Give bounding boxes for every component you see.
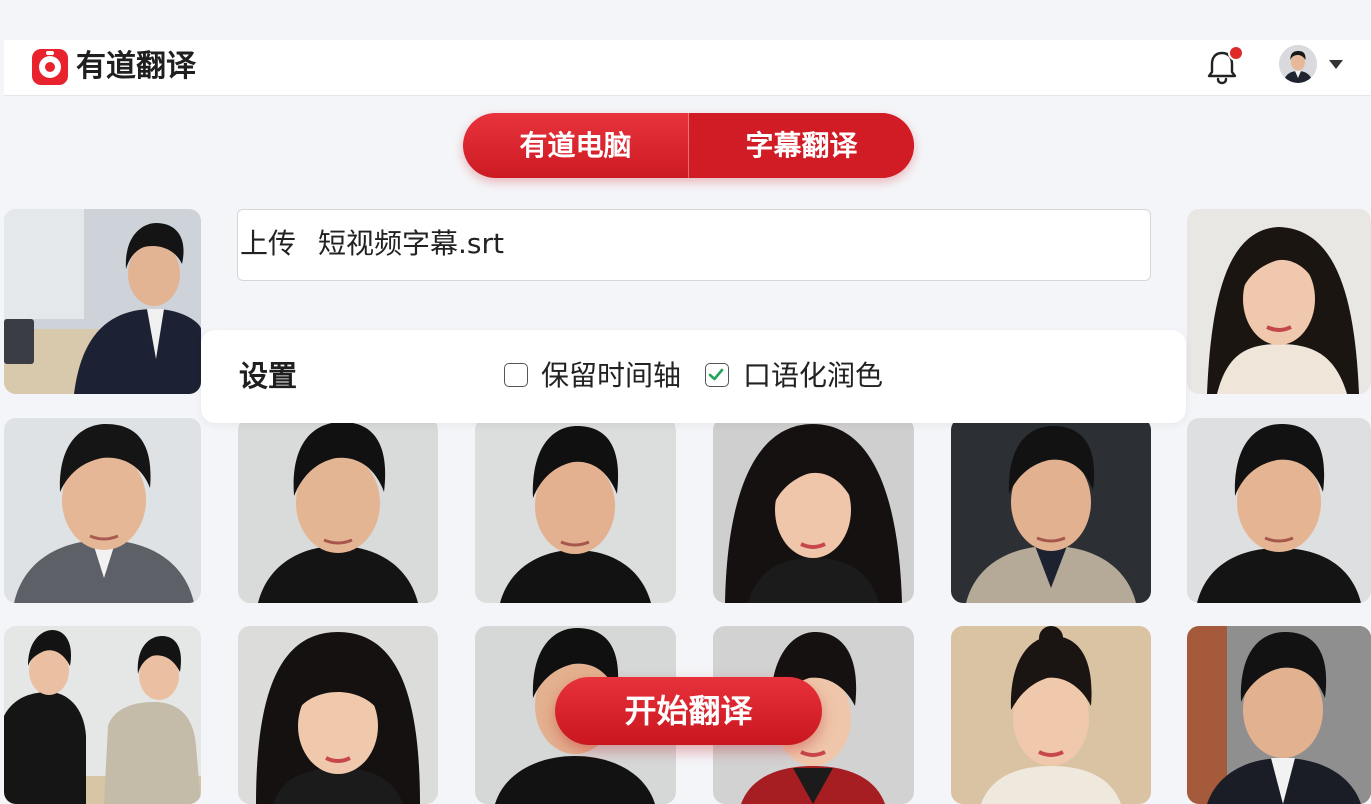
tab-subtitle-translate[interactable]: 字幕翻译: [689, 113, 914, 178]
portrait-photo: [951, 418, 1151, 603]
app-header: 有道翻译: [4, 40, 1371, 96]
portrait-photo: [4, 626, 201, 804]
top-strip: [0, 0, 1371, 40]
portrait-photo: [1187, 418, 1371, 603]
settings-panel: 设置 保留时间轴 口语化润色: [201, 330, 1186, 423]
portrait-photo: [475, 418, 676, 603]
keep-timeline-checkbox[interactable]: [504, 363, 528, 387]
colloquial-polish-checkbox[interactable]: [705, 363, 729, 387]
tab-youdao-pc[interactable]: 有道电脑: [463, 113, 688, 178]
mode-toggle: 有道电脑 字幕翻译: [463, 113, 914, 178]
user-avatar[interactable]: [1279, 45, 1317, 83]
portrait-photo: [713, 418, 914, 603]
portrait-photo: [238, 418, 438, 603]
portrait-photo: [4, 209, 201, 394]
chevron-down-icon[interactable]: [1329, 60, 1343, 69]
portrait-photo: [4, 418, 201, 603]
settings-label: 设置: [239, 359, 298, 393]
upload-label[interactable]: 上传: [240, 224, 296, 264]
portrait-photo: [951, 626, 1151, 804]
check-icon: [708, 368, 724, 381]
notification-dot-icon: [1228, 45, 1244, 61]
portrait-photo: [1187, 626, 1371, 804]
youdao-logo-icon[interactable]: [32, 49, 68, 85]
portrait-photo: [1187, 209, 1371, 394]
upload-field[interactable]: 上传 短视频字幕.srt: [237, 209, 1151, 281]
keep-timeline-label[interactable]: 保留时间轴: [541, 356, 681, 396]
colloquial-polish-label[interactable]: 口语化润色: [743, 356, 883, 396]
upload-filename: 短视频字幕.srt: [318, 227, 504, 260]
brand-name[interactable]: 有道翻译: [76, 48, 196, 86]
portrait-photo: [238, 626, 438, 804]
start-translate-button[interactable]: 开始翻译: [555, 677, 822, 745]
